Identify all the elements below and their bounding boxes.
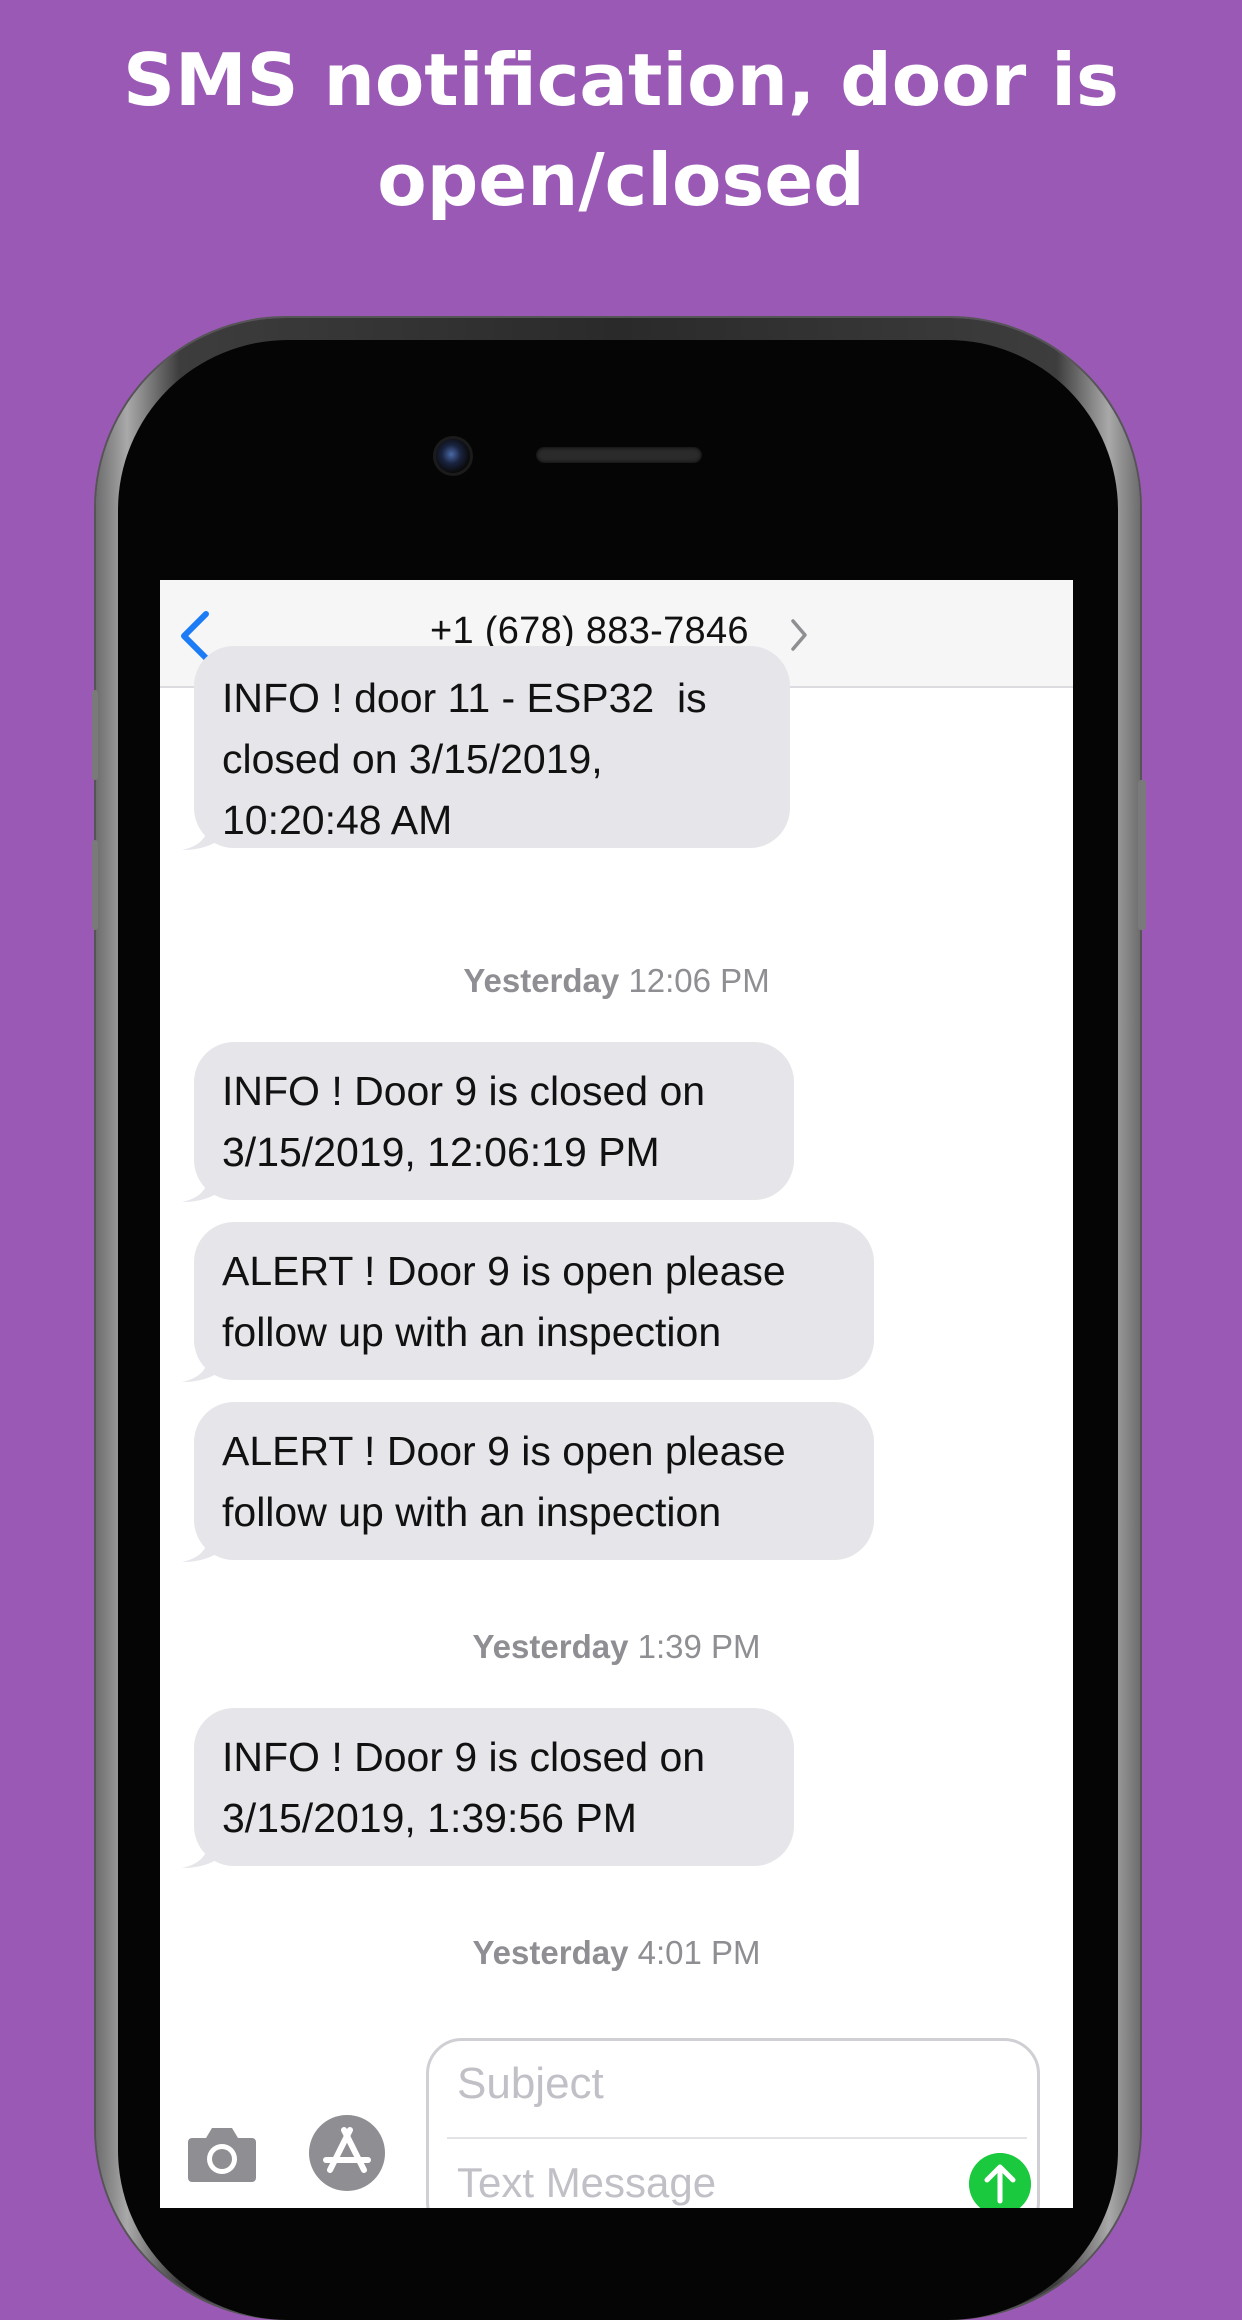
chevron-right-icon[interactable]	[788, 616, 810, 654]
message-line: INFO ! Door 9 is closed on	[222, 1068, 706, 1114]
volume-up-button	[92, 690, 98, 780]
timestamp: Yesterday 4:01 PM	[160, 1934, 1073, 1972]
compose-divider	[447, 2137, 1027, 2139]
message-line: INFO ! Door 9 is closed on	[222, 1734, 706, 1780]
message-line: 3/15/2019, 12:06:19 PM	[222, 1129, 660, 1175]
timestamp: Yesterday 1:39 PM	[160, 1628, 1073, 1666]
messages-screen: +1 (678) 883-7846 INFO ! door 11 - ESP32…	[160, 580, 1073, 2208]
message-bubble[interactable]: INFO ! Door 9 is closed on 3/15/2019, 1:…	[194, 1708, 794, 1866]
message-line: 10:20:48 AM	[222, 797, 453, 843]
bubble-tail	[182, 1834, 216, 1868]
timestamp-day: Yesterday	[472, 1934, 629, 1971]
message-line: closed on 3/15/2019,	[222, 736, 603, 782]
earpiece-speaker	[536, 447, 702, 463]
front-camera	[433, 436, 473, 476]
compose-box: Subject Text Message	[426, 2038, 1040, 2208]
subject-input[interactable]: Subject	[457, 2059, 604, 2109]
message-bubble[interactable]: ALERT ! Door 9 is open please follow up …	[194, 1402, 874, 1560]
timestamp-day: Yesterday	[463, 962, 620, 999]
camera-icon[interactable]	[184, 2120, 260, 2186]
compose-bar: Subject Text Message	[160, 2000, 1073, 2208]
timestamp-time: 1:39 PM	[637, 1628, 761, 1665]
text-message-input[interactable]: Text Message	[457, 2159, 716, 2207]
message-bubble[interactable]: ALERT ! Door 9 is open please follow up …	[194, 1222, 874, 1380]
bubble-tail	[182, 1528, 216, 1562]
volume-down-button	[92, 840, 98, 930]
message-line: INFO ! door 11 - ESP32 is	[222, 675, 707, 721]
power-button	[1138, 780, 1146, 930]
timestamp: Yesterday 12:06 PM	[160, 962, 1073, 1000]
message-line: follow up with an inspection	[222, 1309, 722, 1355]
message-line: ALERT ! Door 9 is open please	[222, 1248, 786, 1294]
bubble-tail	[182, 1348, 216, 1382]
headline-line-2: open/closed	[377, 138, 865, 222]
message-line: ALERT ! Door 9 is open please	[222, 1428, 786, 1474]
message-bubble[interactable]: INFO ! Door 9 is closed on 3/15/2019, 12…	[194, 1042, 794, 1200]
message-line: 3/15/2019, 1:39:56 PM	[222, 1795, 637, 1841]
app-store-icon[interactable]	[306, 2112, 388, 2194]
timestamp-time: 4:01 PM	[637, 1934, 761, 1971]
timestamp-time: 12:06 PM	[628, 962, 770, 999]
send-arrow-icon[interactable]	[969, 2153, 1031, 2208]
message-bubble[interactable]: INFO ! door 11 - ESP32 is closed on 3/15…	[194, 646, 790, 848]
bubble-tail	[182, 1168, 216, 1202]
timestamp-day: Yesterday	[472, 1628, 629, 1665]
bubble-tail	[182, 816, 216, 850]
headline-line-1: SMS notification, door is	[123, 38, 1119, 122]
message-line: follow up with an inspection	[222, 1489, 722, 1535]
headline: SMS notification, door is open/closed	[0, 30, 1242, 230]
